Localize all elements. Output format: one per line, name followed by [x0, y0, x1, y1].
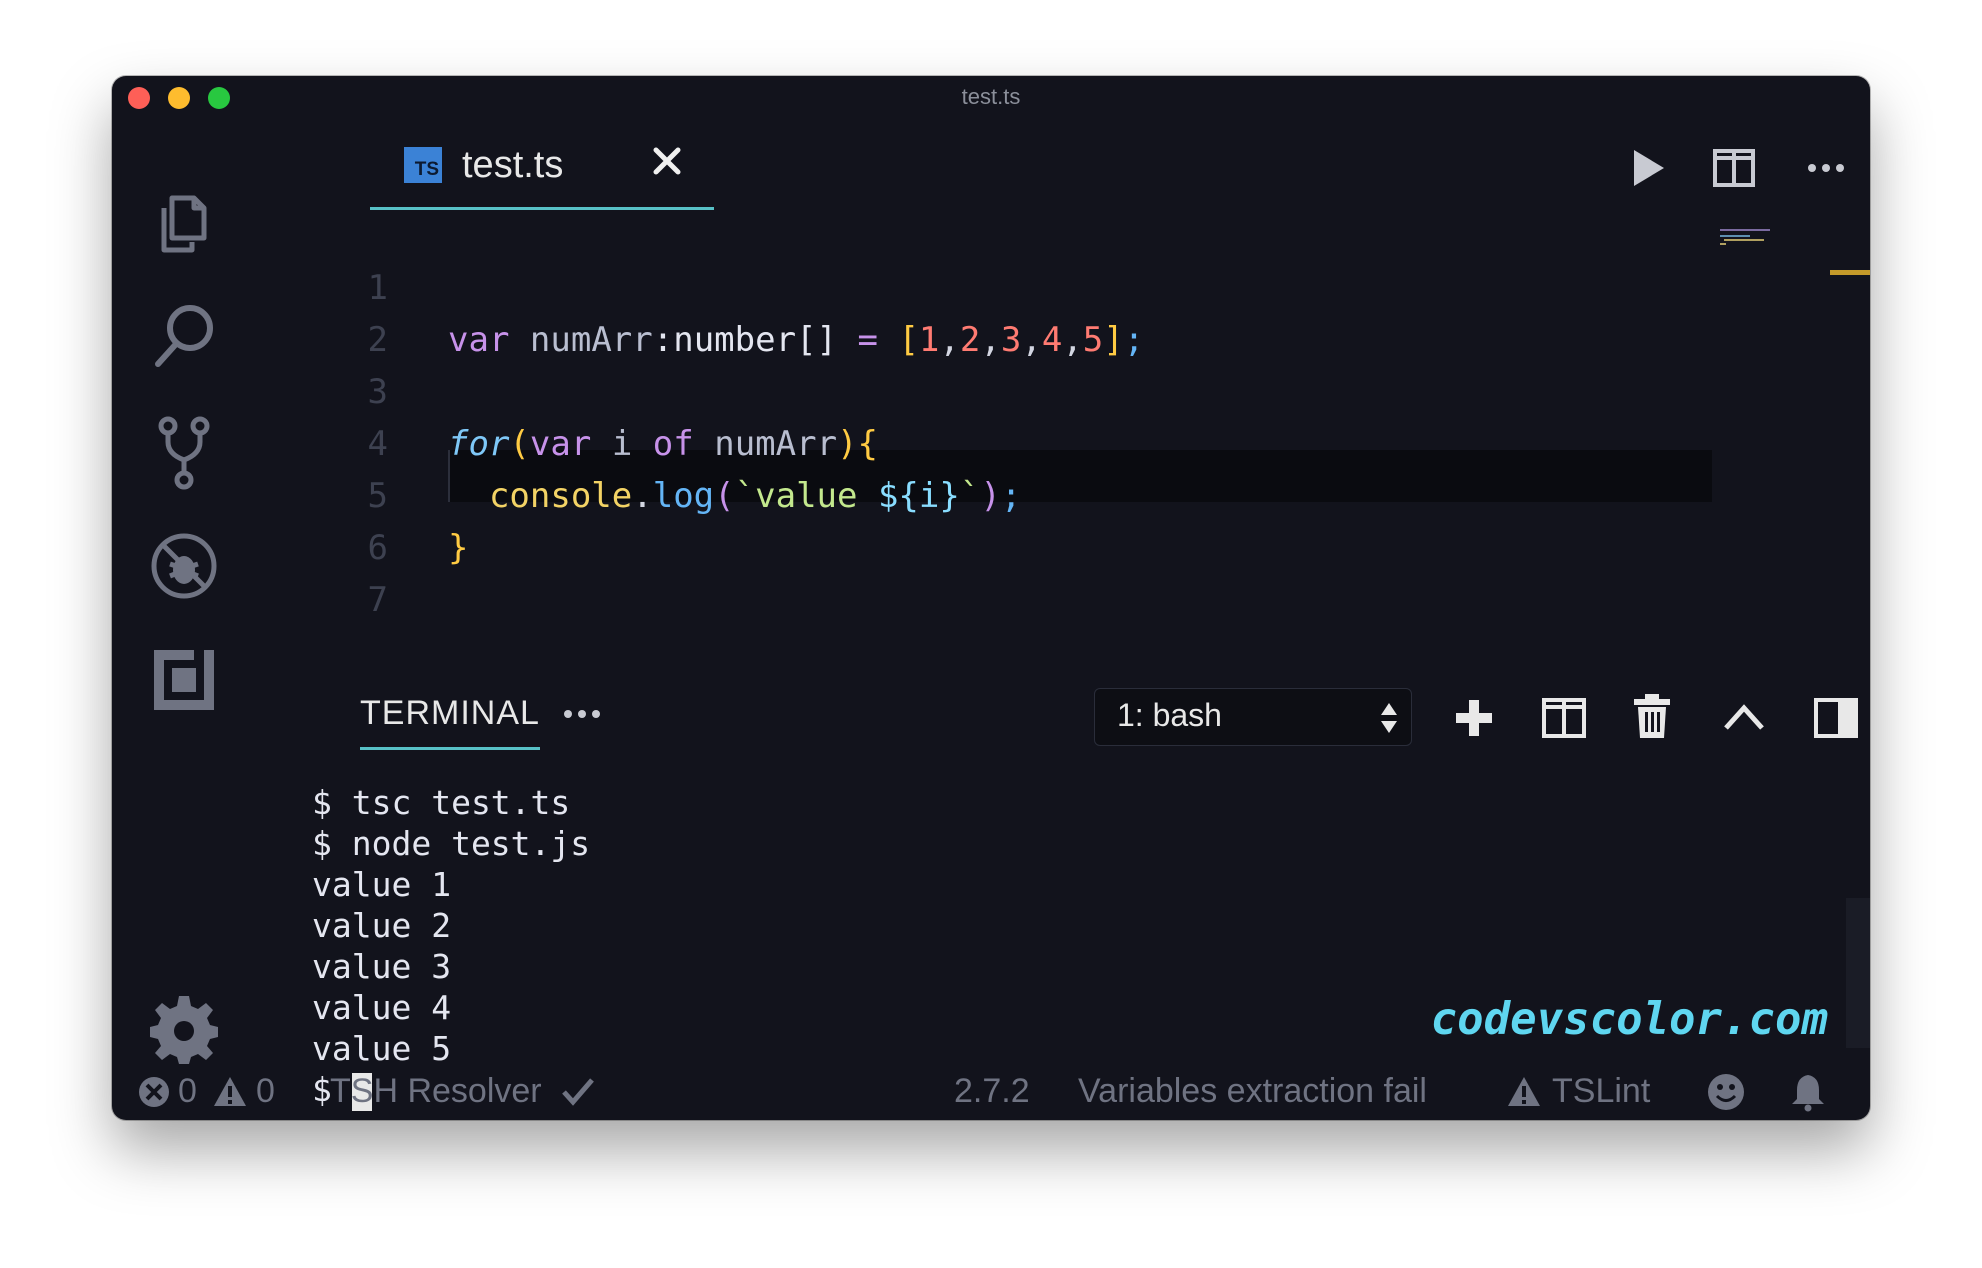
terminal-line: value 2	[312, 906, 452, 945]
tab-label: test.ts	[462, 144, 564, 186]
search-icon[interactable]	[146, 298, 222, 374]
warning-icon	[1506, 1074, 1542, 1110]
gear-icon[interactable]	[146, 990, 222, 1066]
source-control-icon[interactable]	[146, 414, 222, 490]
debug-icon[interactable]	[146, 528, 222, 604]
extensions-icon[interactable]	[146, 642, 222, 718]
terminal-line: $ node test.js	[312, 824, 591, 863]
split-editor-icon[interactable]	[1712, 146, 1756, 190]
smiley-icon[interactable]	[1706, 1072, 1746, 1112]
tab-test-ts[interactable]: TS test.ts	[370, 120, 714, 210]
status-message[interactable]: Variables extraction fail	[1078, 1072, 1427, 1111]
tslint-status[interactable]: TSLint	[1552, 1072, 1650, 1111]
scrollbar-marker	[1830, 270, 1870, 275]
code-line: 3 for(var i of numArr){	[258, 314, 879, 464]
editor-tab-bar: TS test.ts	[258, 120, 1870, 210]
chevron-up-icon[interactable]	[1720, 694, 1768, 742]
plus-icon[interactable]	[1450, 694, 1498, 742]
play-icon[interactable]	[1626, 146, 1670, 190]
typescript-file-icon: TS	[404, 147, 442, 183]
close-icon[interactable]	[646, 140, 688, 182]
code-editor[interactable]: 1 var numArr:number[] = [1,2,3,4,5]; 2 3…	[258, 210, 1870, 650]
terminal-line: $ tsc test.ts	[312, 783, 571, 822]
terminal-scrollbar[interactable]	[1846, 898, 1870, 1048]
bell-icon[interactable]	[1788, 1072, 1828, 1112]
error-icon[interactable]	[136, 1074, 172, 1110]
title-bar: test.ts	[112, 76, 1870, 120]
watermark: codevscolor.com	[1430, 994, 1828, 1045]
line-number: 7	[367, 580, 388, 620]
explorer-icon[interactable]	[146, 184, 222, 260]
select-arrows-icon	[1379, 701, 1399, 735]
activity-bar	[112, 120, 258, 1070]
terminal-output[interactable]: $ tsc test.ts $ node test.js value 1 val…	[312, 782, 591, 1111]
resolver-status[interactable]: TSH Resolver	[330, 1072, 542, 1111]
trash-icon[interactable]	[1628, 692, 1676, 740]
warning-icon[interactable]	[212, 1074, 248, 1110]
minimap[interactable]	[1720, 218, 1790, 245]
typescript-version[interactable]: 2.7.2	[954, 1072, 1030, 1111]
terminal-line: value 3	[312, 947, 452, 986]
more-icon[interactable]	[558, 690, 606, 738]
terminal-line: value 5	[312, 1029, 452, 1068]
check-icon	[560, 1074, 596, 1110]
code-line: 5 }	[258, 418, 469, 568]
terminal-select-value: 1: bash	[1117, 697, 1222, 733]
vscode-window: test.ts TS test.ts 1 var numArr:number[]…	[112, 76, 1870, 1120]
terminal-line: value 1	[312, 865, 452, 904]
window-title: test.ts	[961, 84, 1021, 109]
code-line: 4 console.log(`value ${i}`);	[258, 366, 1022, 516]
tab-terminal[interactable]: TERMINAL	[360, 694, 540, 750]
code-line: 1 var numArr:number[] = [1,2,3,4,5];	[258, 210, 1145, 360]
status-bar: 0 0 TSH Resolver 2.7.2 Variables extract…	[112, 1064, 1870, 1120]
code-line: 7	[258, 522, 388, 620]
code-line: 6	[258, 470, 388, 568]
panel-layout-icon[interactable]	[1812, 694, 1860, 742]
error-count[interactable]: 0	[178, 1072, 197, 1111]
code-line: 2	[258, 262, 388, 360]
terminal-select[interactable]: 1: bash	[1094, 688, 1412, 746]
panel-header: TERMINAL 1: bash	[258, 650, 1870, 770]
split-terminal-icon[interactable]	[1540, 694, 1588, 742]
more-icon[interactable]	[1804, 146, 1848, 190]
terminal-line: value 4	[312, 988, 452, 1027]
warning-count[interactable]: 0	[256, 1072, 275, 1111]
